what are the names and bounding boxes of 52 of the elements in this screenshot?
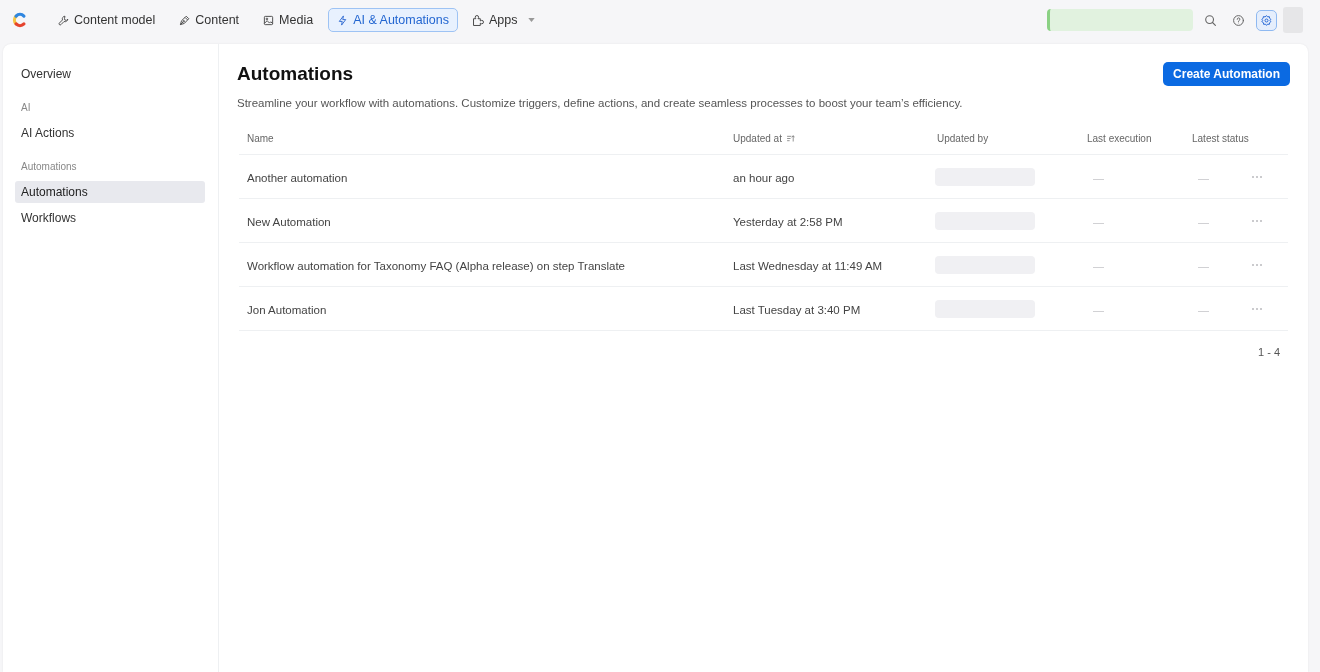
more-icon[interactable] xyxy=(1252,219,1262,222)
table-cell: Yesterday at 2:58 PM xyxy=(733,215,843,228)
puzzle-icon xyxy=(473,14,485,26)
pagination-range: 1 - 4 xyxy=(1258,345,1280,359)
sidebar-item[interactable]: Automations xyxy=(15,181,205,203)
help-icon[interactable] xyxy=(1233,14,1244,26)
table-cell: Last Wednesday at 11:49 AM xyxy=(733,259,883,272)
column-header: Latest status xyxy=(1192,132,1249,146)
sidebar-section-label: AI xyxy=(20,101,32,115)
more-icon[interactable] xyxy=(1252,175,1262,178)
create-automation-button[interactable]: Create Automation xyxy=(1163,62,1290,86)
sidebar-item[interactable]: AI Actions xyxy=(15,122,205,144)
wrench-icon xyxy=(58,14,69,26)
nav-tab[interactable]: Content model xyxy=(49,8,165,32)
settings-button[interactable] xyxy=(1256,9,1277,31)
table-cell: — xyxy=(1093,215,1104,228)
lightning-icon xyxy=(337,14,349,26)
caret-icon xyxy=(527,18,535,22)
nav-tab[interactable]: Media xyxy=(254,8,323,32)
column-header: Updated by xyxy=(937,132,989,146)
table-cell: Last Tuesday at 3:40 PM xyxy=(733,303,861,316)
table-cell: Another automation xyxy=(247,171,348,184)
page-description: Streamline your workflow with automations. Customize triggers, define actions, and create seamless processes to boost your team’s efficiency. xyxy=(237,96,964,110)
table-cell: — xyxy=(1093,259,1104,272)
table-cell: — xyxy=(1198,171,1209,184)
table-cell: an hour ago xyxy=(733,171,795,184)
page-title: Automations xyxy=(237,62,354,86)
sidebar-item[interactable]: Overview xyxy=(15,63,205,85)
sidebar-item[interactable]: Workflows xyxy=(15,207,205,229)
table-cell: — xyxy=(1198,259,1209,272)
image-icon xyxy=(263,14,275,26)
table-cell: — xyxy=(1198,215,1209,228)
settings-icon xyxy=(1261,14,1272,26)
table-cell: New Automation xyxy=(247,215,331,228)
column-header: Updated at xyxy=(733,132,782,146)
table-cell: Jon Automation xyxy=(247,303,327,316)
search-icon[interactable] xyxy=(1205,14,1216,26)
table-cell: — xyxy=(1198,303,1209,316)
sort-icon[interactable] xyxy=(786,135,795,142)
table-cell: — xyxy=(1093,171,1104,184)
pen-icon xyxy=(179,14,191,26)
nav-tab[interactable]: Content xyxy=(170,8,249,32)
table-cell: Workflow automation for Taxonomy FAQ (Alpha release) on step Translate xyxy=(247,259,625,272)
nav-tab[interactable]: AI & Automations xyxy=(328,8,459,32)
column-header: Last execution xyxy=(1087,132,1152,146)
logo-icon[interactable] xyxy=(12,12,28,28)
nav-tab[interactable]: Apps xyxy=(464,8,544,32)
table-cell: — xyxy=(1093,303,1104,316)
column-header: Name xyxy=(247,132,274,146)
more-icon[interactable] xyxy=(1252,263,1262,266)
more-icon[interactable] xyxy=(1252,307,1262,310)
sidebar-section-label: Automations xyxy=(20,160,78,174)
